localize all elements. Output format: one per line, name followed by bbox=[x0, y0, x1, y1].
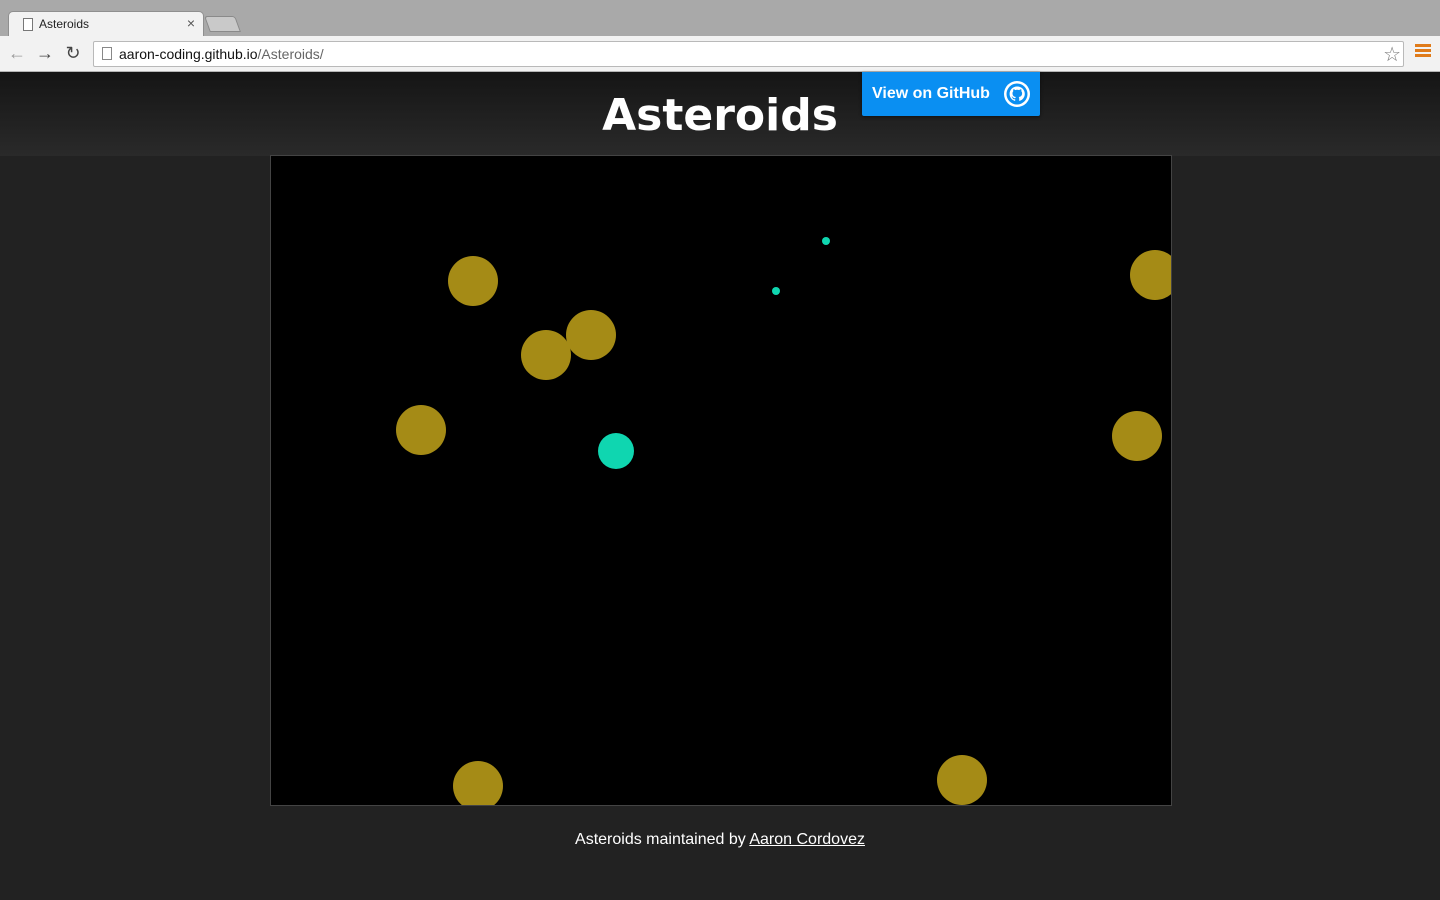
asteroid bbox=[396, 405, 446, 455]
asteroid bbox=[521, 330, 571, 380]
footer-text: Asteroids maintained by bbox=[575, 831, 750, 848]
reload-icon[interactable]: ↻ bbox=[62, 42, 84, 64]
asteroid bbox=[937, 755, 987, 805]
tab-title: Asteroids bbox=[39, 17, 90, 31]
new-tab-button[interactable] bbox=[204, 16, 241, 32]
page-title: Asteroids bbox=[602, 90, 838, 141]
browser-toolbar: ← → ↻ aaron-coding.github.io/Asteroids/ … bbox=[0, 36, 1440, 72]
asteroid bbox=[448, 256, 498, 306]
browser-tab[interactable]: Asteroids × bbox=[8, 11, 204, 37]
close-icon[interactable]: × bbox=[187, 15, 195, 31]
bookmark-star-icon[interactable]: ☆ bbox=[1383, 42, 1401, 67]
view-on-github-button[interactable]: View on GitHub bbox=[862, 72, 1040, 116]
url-path: /Asteroids/ bbox=[257, 46, 324, 62]
asteroid bbox=[1112, 411, 1162, 461]
page-icon bbox=[23, 18, 33, 31]
back-arrow-icon[interactable]: ← bbox=[6, 42, 28, 64]
page-icon bbox=[102, 47, 112, 60]
game-field bbox=[396, 237, 1171, 805]
address-bar[interactable]: aaron-coding.github.io/Asteroids/ ☆ bbox=[93, 41, 1404, 67]
github-icon bbox=[1004, 81, 1030, 107]
footer: Asteroids maintained by Aaron Cordovez bbox=[0, 831, 1440, 849]
url-host: aaron-coding.github.io bbox=[119, 46, 258, 62]
game-canvas[interactable] bbox=[270, 155, 1172, 806]
browser-tabstrip: Asteroids × bbox=[0, 0, 1440, 37]
bullet bbox=[772, 287, 780, 295]
author-link[interactable]: Aaron Cordovez bbox=[749, 831, 865, 848]
asteroid bbox=[1130, 250, 1171, 300]
asteroid bbox=[566, 310, 616, 360]
github-button-label: View on GitHub bbox=[872, 85, 990, 102]
bullet bbox=[822, 237, 830, 245]
player-ship bbox=[598, 433, 634, 469]
url-text[interactable]: aaron-coding.github.io/Asteroids/ bbox=[119, 46, 324, 62]
asteroid bbox=[453, 761, 503, 805]
forward-arrow-icon[interactable]: → bbox=[34, 42, 56, 64]
hamburger-icon[interactable] bbox=[1415, 44, 1431, 60]
